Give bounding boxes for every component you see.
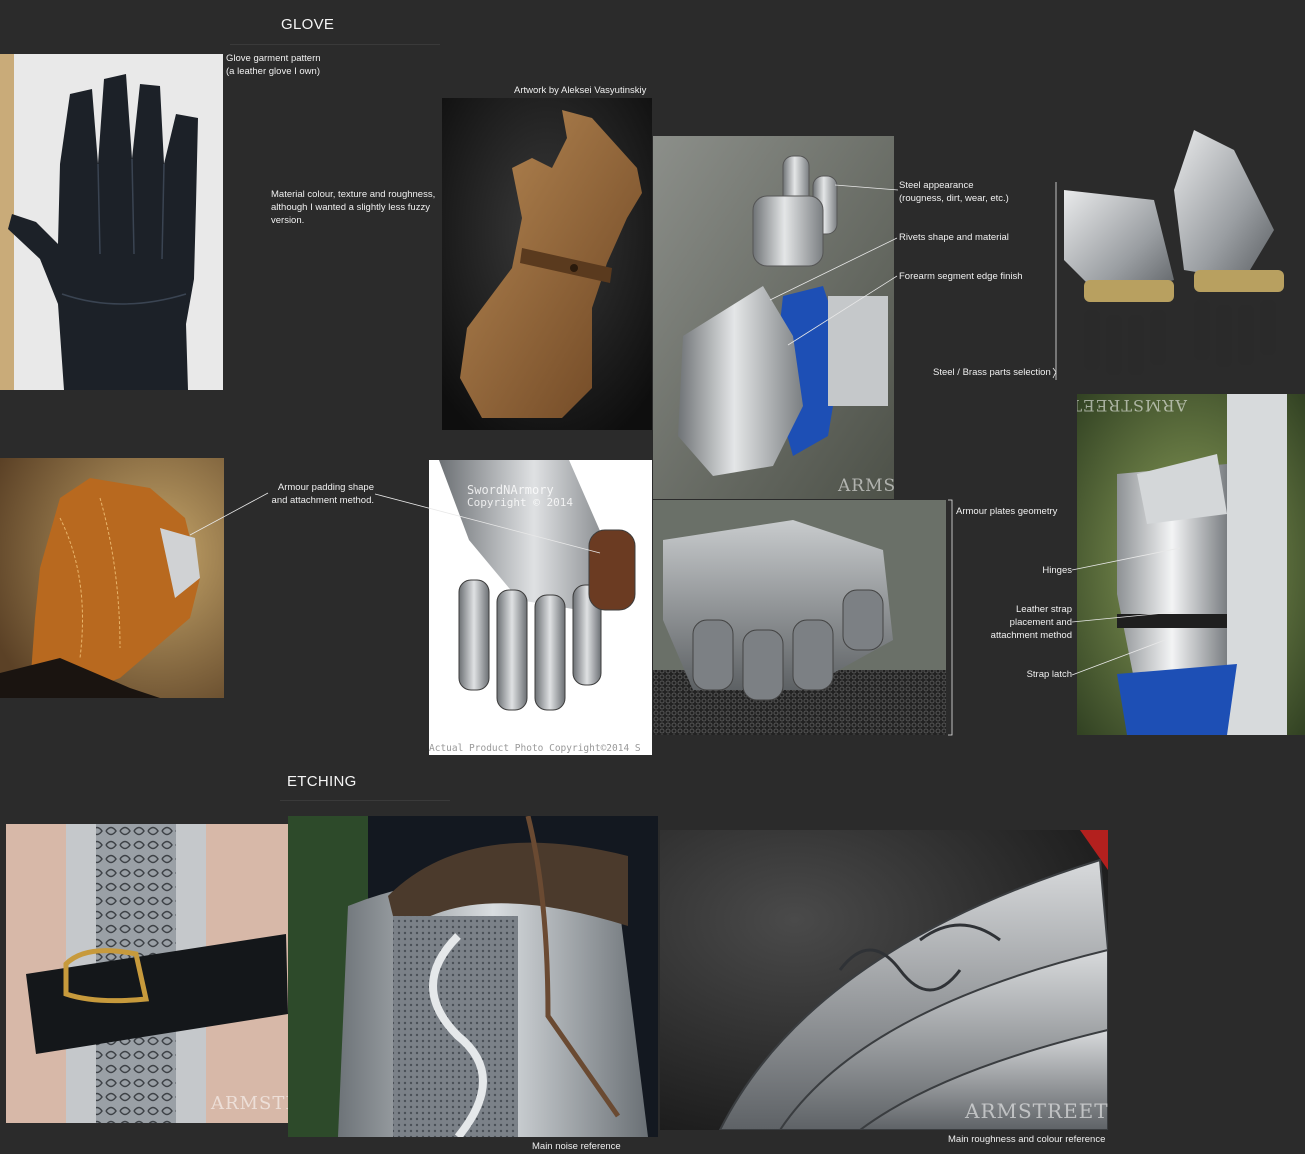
leather-strap-note: Leather strap placement and attachment m… [990,604,1072,641]
black-leather-glove-photo [0,54,223,390]
suede-padding-glove-photo [0,458,224,698]
etched-plate-lacing-photo [288,816,658,1137]
glove-pattern-note: Glove garment pattern (a leather glove I… [226,53,321,77]
product-photo-copyright: Actual Product Photo Copyright©2014 S [429,743,641,754]
swordnarmory-watermark: SwordNArmory [467,483,554,497]
brown-gauntlet-artwork-photo [442,98,652,430]
steel-brass-gauntlets-photo [1044,130,1305,392]
etched-vambrace-buckle-photo: ARMSTREET [6,824,288,1123]
vambrace-arm-photo: ARMSTREET [1077,394,1305,735]
roughness-reference-caption: Main roughness and colour reference [948,1134,1106,1145]
noise-reference-caption: Main noise reference [532,1141,621,1152]
etched-pauldron-photo: ARMSTREET [660,830,1108,1130]
artwork-credit: Artwork by Aleksei Vasyutinskiy [514,85,647,96]
forearm-edge-note: Forearm segment edge finish [899,271,1023,282]
steel-appearance-note: Steel appearance (rougness, dirt, wear, … [899,180,1009,204]
plates-geometry-note: Armour plates geometry [956,506,1058,517]
strap-latch-note: Strap latch [1026,669,1072,680]
armstreet-watermark: ARMSTREET [964,1099,1108,1123]
glove-section-title: GLOVE [281,16,335,33]
material-note: Material colour, texture and roughness, … [271,189,436,226]
copyright-watermark: Copyright © 2014 [467,496,573,509]
crossed-gauntlets-photo [653,500,946,735]
steel-brass-note: Steel / Brass parts selection [933,367,1051,378]
articulated-steel-glove-photo: SwordNArmory Copyright © 2014 Actual Pro… [429,460,652,755]
armstreet-watermark: ARMSTREET [837,476,894,496]
armour-padding-note: Armour padding shape and attachment meth… [271,482,374,506]
steel-gauntlet-photo: ARMSTREET [653,136,894,499]
section-divider [230,44,440,45]
etching-section-title: ETCHING [287,773,357,790]
armstreet-watermark: ARMSTREET [1077,396,1188,415]
armstreet-watermark: ARMSTREET [210,1093,288,1114]
section-divider [280,800,450,801]
rivets-note: Rivets shape and material [899,232,1009,243]
hinges-note: Hinges [1042,565,1072,576]
